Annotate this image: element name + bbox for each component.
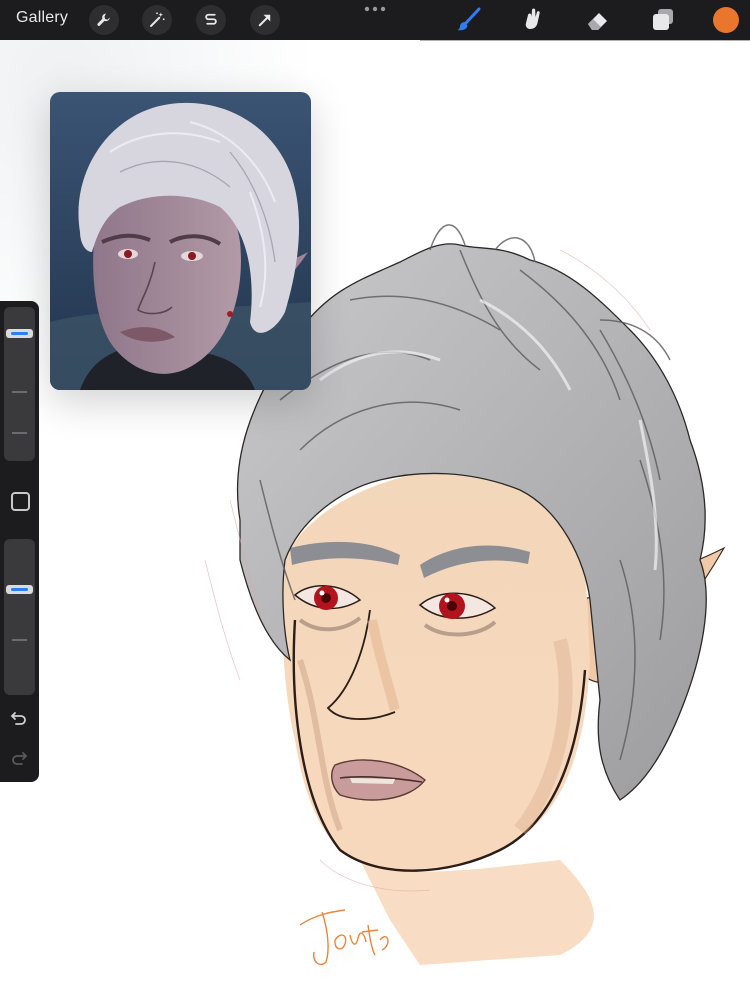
layers-icon[interactable]: [649, 6, 677, 34]
reference-photo: [50, 92, 311, 390]
signature-mark: [299, 909, 389, 966]
brush-icon[interactable]: [455, 6, 483, 34]
redo-icon[interactable]: [9, 749, 29, 769]
color-picker-button[interactable]: [713, 7, 739, 33]
drawing-canvas[interactable]: [0, 40, 750, 1000]
opacity-thumb[interactable]: [6, 585, 33, 595]
transform-button[interactable]: [250, 5, 280, 35]
top-toolbar: Gallery: [0, 0, 750, 40]
slider-tick: [12, 391, 27, 393]
magic-wand-icon: [150, 12, 165, 27]
slider-tick: [12, 639, 27, 641]
adjustments-button[interactable]: [142, 5, 172, 35]
modify-button[interactable]: [11, 492, 30, 511]
opacity-slider[interactable]: [4, 539, 35, 695]
gallery-button[interactable]: Gallery: [16, 9, 68, 27]
smudge-icon[interactable]: [519, 6, 547, 34]
transform-arrow-icon: [258, 14, 271, 27]
selection-button[interactable]: [196, 5, 226, 35]
wrench-icon: [97, 13, 110, 26]
actions-button[interactable]: [89, 5, 119, 35]
more-options-icon[interactable]: [363, 5, 387, 13]
eraser-icon[interactable]: [584, 6, 612, 34]
left-sidebar: [0, 301, 39, 782]
brush-size-thumb[interactable]: [6, 328, 33, 338]
slider-tick: [12, 432, 27, 434]
undo-icon[interactable]: [9, 709, 29, 729]
reference-window[interactable]: [50, 92, 311, 390]
selection-icon: [205, 13, 217, 25]
brush-size-slider[interactable]: [4, 307, 35, 461]
